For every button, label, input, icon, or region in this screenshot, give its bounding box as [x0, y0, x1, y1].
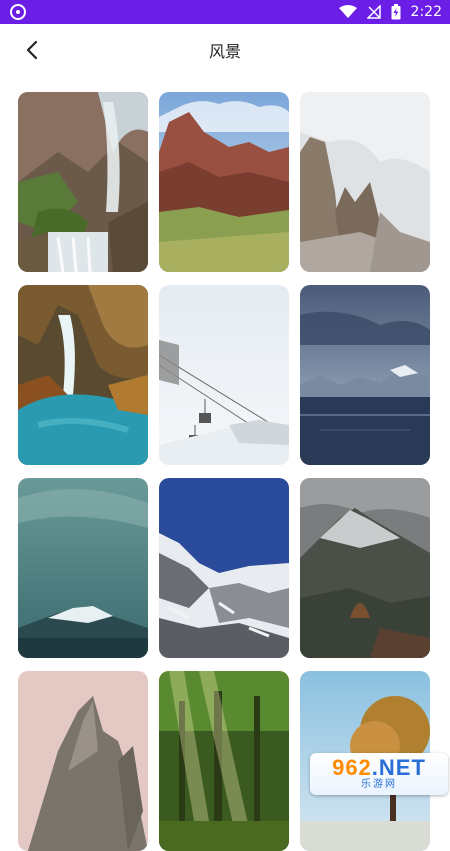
status-icons: 2:22 — [338, 3, 442, 21]
wallpaper-tile[interactable]: cloudy-mountain — [300, 478, 430, 658]
watermark-logo: 962.NET 乐游网 — [310, 752, 448, 796]
pink-rock-spire-image — [18, 671, 148, 851]
teal-sky-peak-image — [18, 478, 148, 658]
wallpaper-tile[interactable]: mountain-lake-dusk — [300, 285, 430, 465]
cloudy-mountain-image — [300, 478, 430, 658]
battery-charging-icon — [391, 4, 401, 20]
page-title: 风景 — [208, 42, 241, 61]
wallpaper-tile[interactable]: waterfall-canyon — [18, 92, 148, 272]
wallpaper-tile[interactable]: teal-sky-peak — [18, 478, 148, 658]
waterfall-canyon-image — [18, 92, 148, 272]
snowy-ridge-blue-sky-image — [159, 478, 289, 658]
status-time: 2:22 — [410, 4, 442, 20]
signal-off-icon — [366, 5, 381, 19]
ski-lift-snow-image — [159, 285, 289, 465]
forest-sunbeams-image — [159, 671, 289, 851]
mountain-lake-dusk-image — [300, 285, 430, 465]
wallpaper-tile[interactable]: red-rock-valley — [159, 92, 289, 272]
turquoise-waterfall-image — [18, 285, 148, 465]
wallpaper-tile[interactable]: ski-lift-snow — [159, 285, 289, 465]
wifi-icon — [338, 5, 357, 19]
watermark-suffix: .NET — [371, 755, 426, 780]
wallpaper-tile[interactable]: forest-sunbeams — [159, 671, 289, 851]
top-app-bar: 风景 — [0, 24, 450, 76]
wallpaper-tile[interactable]: misty-cliffs — [300, 92, 430, 272]
app-icon — [10, 4, 26, 20]
wallpaper-tile[interactable]: snowy-ridge-blue-sky — [159, 478, 289, 658]
watermark-sub: 乐游网 — [361, 779, 397, 790]
watermark-main: 962 — [332, 755, 372, 780]
red-rock-valley-image — [159, 92, 289, 272]
wallpaper-grid: waterfall-canyon red-rock-valley misty-c… — [18, 92, 432, 851]
wallpaper-tile[interactable]: turquoise-waterfall — [18, 285, 148, 465]
wallpaper-tile[interactable]: pink-rock-spire — [18, 671, 148, 851]
status-bar: 2:22 — [0, 0, 450, 24]
misty-cliffs-image — [300, 92, 430, 272]
